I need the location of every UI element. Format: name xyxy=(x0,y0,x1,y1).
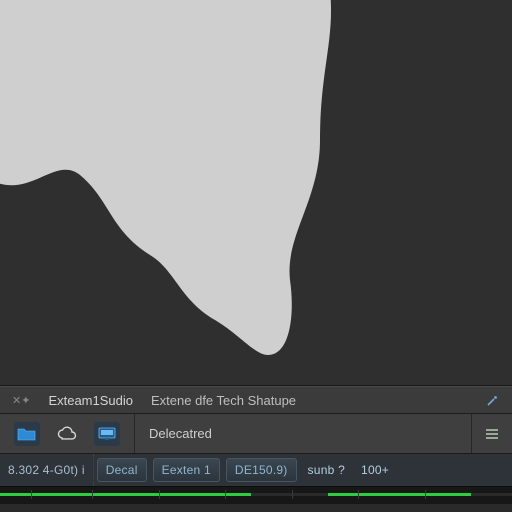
timeline-tick xyxy=(159,490,160,499)
timeline-tick xyxy=(31,490,32,499)
tabbar-right-icon[interactable] xyxy=(484,391,502,409)
folder-icon[interactable] xyxy=(14,422,40,446)
tab-tech-setup[interactable]: Extene dfe Tech Shatupe xyxy=(151,393,296,408)
toolbar-group-modes xyxy=(0,414,135,453)
toolbar: Delecatred xyxy=(0,414,512,454)
tabbar-left-glyphs: ✕✦ xyxy=(12,394,30,407)
status-btn-decal[interactable]: Decal xyxy=(97,458,147,482)
status-btn-de150[interactable]: DE150.9) xyxy=(226,458,297,482)
tab-bar: ✕✦ Exteam1Sudio Extene dfe Tech Shatupe xyxy=(0,386,512,414)
status-spacer xyxy=(397,454,512,486)
status-scrub: sunb ? xyxy=(300,454,353,486)
timeline[interactable] xyxy=(0,486,512,504)
timeline-progress-a xyxy=(0,493,251,496)
tab-studio[interactable]: Exteam1Sudio xyxy=(48,393,133,408)
status-readings: 8.302 4-G0t) i xyxy=(0,454,94,486)
status-zoom[interactable]: 100+ xyxy=(353,454,397,486)
status-bar: 8.302 4-G0t) i Decal Eexten 1 DE150.9) s… xyxy=(0,454,512,486)
timeline-tick xyxy=(425,490,426,499)
settings-icon[interactable] xyxy=(471,414,512,453)
timeline-tick xyxy=(225,490,226,499)
canvas-shape xyxy=(0,0,512,380)
mode-label: Delecatred xyxy=(135,426,471,441)
monitor-icon[interactable] xyxy=(94,422,120,446)
bottom-strip xyxy=(0,504,512,512)
viewport-canvas[interactable] xyxy=(0,0,512,386)
timeline-tick xyxy=(92,490,93,499)
timeline-tick xyxy=(292,490,293,499)
cloud-icon[interactable] xyxy=(54,422,80,446)
timeline-progress-b xyxy=(328,493,471,496)
timeline-tick xyxy=(358,490,359,499)
status-btn-extent[interactable]: Eexten 1 xyxy=(153,458,220,482)
